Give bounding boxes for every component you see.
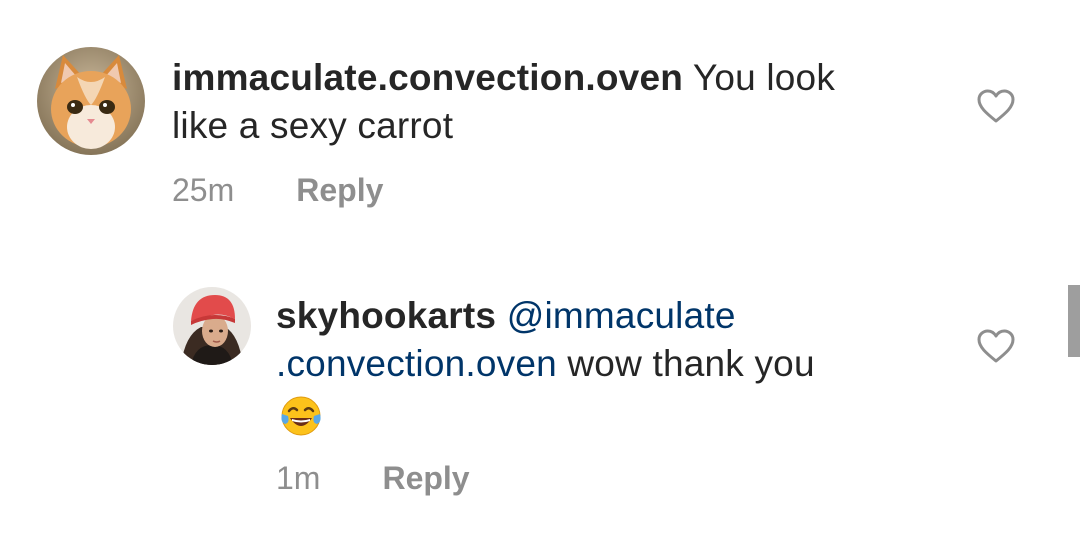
comment-text: immaculate.convection.oven You look like…	[172, 54, 932, 150]
mention-link[interactable]: @immaculate	[507, 295, 736, 336]
comment-body: wow thank you	[567, 343, 815, 384]
commenter-avatar[interactable]	[173, 287, 251, 365]
comment-meta: 1m Reply	[276, 460, 470, 497]
comment-username[interactable]: skyhookarts	[276, 295, 496, 336]
comment-body-line2: like a sexy carrot	[172, 105, 454, 146]
orange-kitten-avatar-icon	[37, 47, 145, 155]
comment-item: immaculate.convection.oven You look like…	[0, 0, 1080, 240]
comment-username[interactable]: immaculate.convection.oven	[172, 57, 683, 98]
heart-outline-icon[interactable]	[976, 328, 1016, 364]
comment-timestamp: 25m	[172, 172, 235, 208]
commenter-avatar[interactable]	[37, 47, 145, 155]
reply-button[interactable]: Reply	[382, 460, 469, 497]
woman-red-beanie-avatar-icon	[173, 287, 251, 365]
scrollbar-thumb[interactable]	[1068, 285, 1080, 357]
comment-text: skyhookarts @immaculate .convection.oven…	[276, 292, 956, 388]
comment-meta: 25m Reply	[172, 172, 383, 209]
mention-link-continued[interactable]: .convection.oven	[276, 343, 557, 384]
heart-outline-icon[interactable]	[976, 88, 1016, 124]
face-with-tears-of-joy-icon	[279, 394, 323, 438]
reply-button[interactable]: Reply	[296, 172, 383, 209]
comment-timestamp: 1m	[276, 460, 321, 496]
reply-comment-item: skyhookarts @immaculate .convection.oven…	[0, 270, 1080, 530]
comment-body-line1: You look	[692, 57, 836, 98]
